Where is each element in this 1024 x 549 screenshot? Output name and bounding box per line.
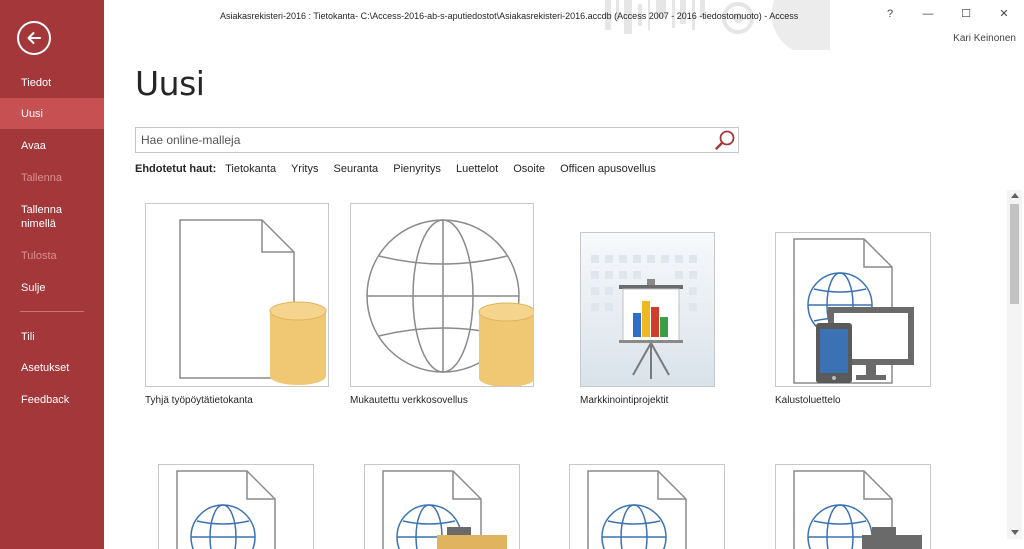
template-globe-icon	[176, 470, 276, 549]
template-thumbnail	[364, 464, 520, 549]
sidebar-divider	[20, 311, 84, 312]
template-globe-icon	[587, 470, 687, 549]
blank-database-icon	[179, 219, 327, 385]
template-thumbnail	[569, 464, 725, 549]
suggestion-osoite[interactable]: Osoite	[513, 163, 545, 175]
sidebar-item-avaa[interactable]: Avaa	[0, 139, 104, 153]
scroll-up-icon[interactable]	[1011, 193, 1019, 198]
sidebar-item-tallenna-nimella[interactable]: Tallenna nimellä	[0, 203, 80, 231]
search-icon	[715, 130, 735, 150]
template-globe-toolbox-icon	[793, 470, 922, 549]
search-box	[135, 127, 739, 153]
sidebar-item-tulosta: Tulosta	[21, 250, 57, 262]
back-arrow-icon	[27, 32, 41, 44]
sidebar-item-tiedot[interactable]: Tiedot	[0, 76, 104, 90]
help-button[interactable]: ?	[878, 4, 902, 24]
search-input[interactable]	[141, 132, 701, 148]
template-thumbnail	[158, 464, 314, 549]
maximize-button[interactable]: ☐	[954, 4, 978, 24]
sidebar-item-asetukset[interactable]: Asetukset	[0, 361, 104, 375]
user-name[interactable]: Kari Keinonen	[953, 33, 1016, 44]
marketing-projects-icon	[581, 233, 714, 386]
template-globe-toolbox-icon	[382, 470, 507, 549]
template-label: Markkinointiprojektit	[580, 395, 669, 406]
suggestion-officen-apusovellus[interactable]: Officen apusovellus	[560, 163, 656, 175]
vertical-scrollbar[interactable]	[1007, 190, 1022, 539]
suggested-searches-label: Ehdotetut haut:	[135, 163, 217, 175]
suggestion-seuranta[interactable]: Seuranta	[334, 163, 379, 175]
back-button[interactable]	[17, 21, 51, 55]
custom-web-app-icon	[366, 219, 533, 386]
template-thumbnail	[580, 232, 715, 387]
backstage-sidebar: Tiedot Uusi Avaa Tallenna Tallenna nimel…	[0, 0, 104, 549]
template-label: Mukautettu verkkosovellus	[350, 395, 468, 406]
sidebar-item-tallenna: Tallenna	[21, 172, 62, 184]
asset-tracking-icon	[793, 238, 914, 384]
minimize-button[interactable]: —	[916, 4, 940, 24]
search-button[interactable]	[713, 129, 737, 151]
template-thumbnail	[775, 232, 931, 387]
sidebar-item-sulje[interactable]: Sulje	[0, 281, 104, 295]
sidebar-item-tili[interactable]: Tili	[0, 330, 104, 344]
suggested-searches: Ehdotetut haut: Tietokanta Yritys Seuran…	[135, 163, 668, 175]
sidebar-item-feedback[interactable]: Feedback	[0, 393, 104, 407]
suggestion-tietokanta[interactable]: Tietokanta	[225, 163, 276, 175]
title-decoration	[605, 0, 830, 50]
close-button[interactable]: ✕	[992, 4, 1016, 24]
scroll-down-icon[interactable]	[1011, 530, 1019, 535]
suggestion-luettelot[interactable]: Luettelot	[456, 163, 498, 175]
suggestion-pienyritys[interactable]: Pienyritys	[393, 163, 441, 175]
template-label: Tyhjä työpöytätietokanta	[145, 395, 253, 406]
scrollbar-thumb[interactable]	[1010, 204, 1019, 304]
template-thumbnail	[350, 203, 534, 387]
template-label: Kalustoluettelo	[775, 395, 841, 406]
sidebar-item-uusi[interactable]: Uusi	[0, 98, 104, 129]
page-title: Uusi	[135, 64, 205, 103]
suggestion-yritys[interactable]: Yritys	[291, 163, 319, 175]
template-thumbnail	[145, 203, 329, 387]
template-thumbnail	[775, 464, 931, 549]
window-title: Asiakasrekisteri-2016 : Tietokanta- C:\A…	[220, 11, 799, 21]
